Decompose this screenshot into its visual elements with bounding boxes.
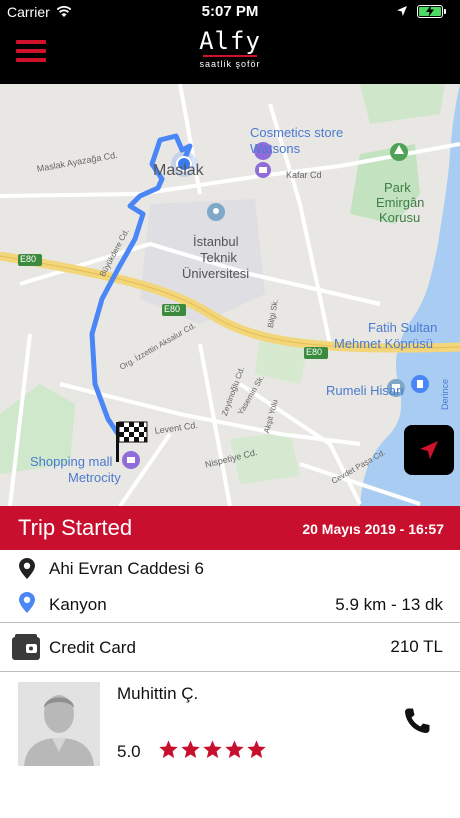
driver-avatar — [18, 682, 100, 766]
star-icon — [247, 740, 266, 758]
brand-logo: Alfy saatlik şoför — [0, 27, 460, 70]
map-label-rumeli-hisari: Rumeli Hisarı — [326, 383, 405, 398]
trip-price: 210 TL — [390, 637, 443, 656]
destination-address: Kanyon — [49, 595, 107, 614]
map-pin-icon — [19, 558, 35, 579]
driver-rating-value: 5.0 — [117, 742, 141, 761]
map-label-itu-3: Üniversitesi — [182, 266, 250, 281]
map-label-shopping-mall: Shopping mall — [30, 454, 113, 469]
divider — [0, 671, 460, 672]
trip-datetime: 20 Mayıs 2019 - 16:57 — [302, 521, 444, 537]
brand-underline — [203, 55, 257, 57]
brand-name: Alfy — [199, 27, 261, 55]
app-header: Alfy saatlik şoför — [0, 24, 460, 84]
map-label-itu-1: İstanbul — [193, 234, 239, 249]
map-label-metrocity: Metrocity — [68, 470, 121, 485]
star-icon — [181, 740, 200, 758]
pickup-row: Ahi Evran Caddesi 6 — [0, 550, 460, 586]
clock: 5:07 PM — [201, 3, 259, 20]
battery-icon — [417, 5, 446, 18]
star-icon — [225, 740, 244, 758]
map-label-cosmetics-store: Cosmetics store — [250, 125, 344, 140]
map-pin-icon — [19, 592, 35, 613]
map-label-maslak: Maslak — [153, 162, 204, 179]
phone-icon[interactable] — [402, 706, 432, 736]
poi-campus-icon — [207, 203, 225, 221]
star-icon — [203, 740, 222, 758]
map-label-derince: Derince — [440, 378, 450, 410]
trip-status-label: Trip Started — [18, 515, 133, 540]
payment-method: Credit Card — [49, 638, 136, 657]
person-placeholder-icon — [18, 682, 100, 766]
location-services-icon — [397, 6, 407, 16]
driver-rating-stars — [158, 739, 268, 763]
trip-status-bar: Trip Started 20 Mayıs 2019 - 16:57 — [0, 506, 460, 550]
locate-me-button[interactable] — [404, 425, 454, 475]
star-icon — [159, 740, 178, 758]
map-label-e80-1: E80 — [20, 254, 37, 264]
green-area-4 — [360, 84, 445, 124]
map-label-emirgan-1: Emirgân — [376, 195, 425, 210]
payment-row: Credit Card 210 TL — [0, 623, 460, 671]
status-bar: Carrier 5:07 PM — [0, 0, 460, 24]
poi-metrocity-icon — [122, 451, 140, 469]
pickup-address: Ahi Evran Caddesi 6 — [49, 559, 204, 578]
map-label-emirgan-2: Korusu — [379, 210, 421, 225]
map-label-kafar-cd: Kafar Cd — [286, 170, 322, 180]
map-label-watsons: Watsons — [250, 141, 301, 156]
poi-park-icon — [390, 143, 408, 161]
navigation-arrow-icon — [420, 441, 438, 459]
map-canvas — [0, 84, 460, 506]
wallet-icon — [12, 634, 40, 660]
map-view[interactable]: Maslak Maslak Ayazağa Cd. Cosmetics stor… — [0, 84, 460, 506]
map-label-fatih-sultan-2: Mehmet Köprüsü — [334, 336, 433, 351]
destination-row: Kanyon 5.9 km - 13 dk — [0, 586, 460, 622]
driver-name: Muhittin Ç. — [117, 684, 199, 703]
map-label-park: Park — [384, 180, 411, 195]
poi-bridge-icon — [411, 375, 429, 393]
map-label-e80-3: E80 — [306, 347, 323, 357]
map-label-e80-2: E80 — [164, 304, 181, 314]
brand-tagline: saatlik şoför — [199, 59, 261, 69]
map-label-itu-2: Teknik — [200, 250, 237, 265]
distance-duration: 5.9 km - 13 dk — [335, 595, 443, 614]
map-label-fatih-sultan-1: Fatih Sultan — [368, 320, 438, 335]
